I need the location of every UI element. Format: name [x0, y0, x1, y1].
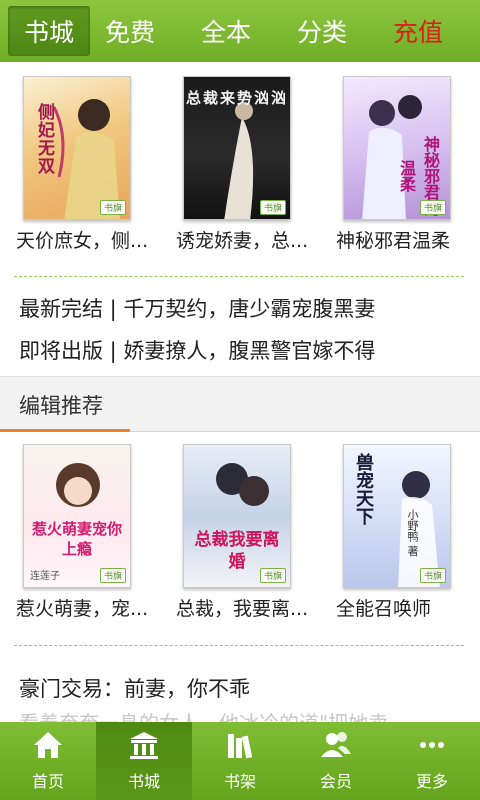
nav-label: 书城	[127, 772, 160, 791]
nav-label: 首页	[31, 772, 64, 791]
book-cover[interactable]: 侧妃无双 书旗	[23, 76, 131, 220]
book-cover[interactable]: 兽宠天下 小野鸭 著 书旗	[343, 444, 451, 588]
cover-title: 惹火萌妻宠你上瘾	[31, 520, 122, 558]
book-title[interactable]: 天价庶女，侧...	[16, 226, 156, 253]
cover-author: 小野鸭 著	[406, 509, 419, 557]
editor-recommend-header: 编辑推荐	[0, 376, 480, 432]
book-card[interactable]: 总裁我要离婚 书旗 总裁，我要离...	[160, 434, 320, 634]
bookshelf-icon	[228, 734, 253, 759]
nav-more[interactable]: 更多	[384, 722, 480, 800]
tab-complete[interactable]: 全本	[178, 0, 274, 62]
tab-category[interactable]: 分类	[274, 0, 370, 62]
book-cover[interactable]: 总裁我要离婚 书旗	[183, 444, 291, 588]
book-cover[interactable]: 总裁来势汹汹 书旗	[183, 76, 291, 220]
section-title: 编辑推荐	[19, 394, 103, 418]
publisher-logo: 书旗	[99, 200, 126, 215]
publisher-logo: 书旗	[259, 200, 286, 215]
book-title[interactable]: 全能召唤师	[336, 594, 476, 621]
nav-label: 更多	[415, 772, 448, 791]
bottom-nav: 首页 书城 书架 会员 更多	[0, 722, 480, 800]
publisher-logo: 书旗	[419, 568, 446, 583]
home-icon	[34, 732, 62, 758]
member-icon	[321, 732, 351, 757]
divider	[14, 645, 464, 646]
book-card[interactable]: 兽宠天下 小野鸭 著 书旗 全能召唤师	[320, 434, 480, 634]
promo-link-completed[interactable]: 最新完结 | 千万契约，唐少霸宠腹黑妻	[19, 293, 375, 323]
section-accent-bar	[0, 429, 130, 432]
book-card[interactable]: 神秘邪君的温柔 书旗 神秘邪君温柔	[320, 66, 480, 266]
nav-home[interactable]: 首页	[0, 722, 96, 800]
book-card[interactable]: 总裁来势汹汹 书旗 诱宠娇妻，总...	[160, 66, 320, 266]
publisher-logo: 书旗	[99, 568, 126, 583]
publisher-logo: 书旗	[419, 200, 446, 215]
nav-bookstore[interactable]: 书城	[96, 722, 192, 800]
top-tab-bar: 书城 免费 全本 分类 充值	[0, 0, 480, 62]
book-row-top: 侧妃无双 书旗 天价庶女，侧... 总裁来势汹汹 书旗 诱宠娇妻，总... 神秘…	[0, 66, 480, 266]
nav-label: 书架	[223, 772, 256, 791]
cover-title: 侧妃无双	[34, 103, 54, 175]
cover-title: 总裁来势汹汹	[185, 89, 288, 107]
book-title[interactable]: 神秘邪君温柔	[336, 226, 476, 253]
cover-title: 总裁我要离婚	[194, 530, 280, 572]
publisher-logo: 书旗	[259, 568, 286, 583]
book-cover[interactable]: 神秘邪君的温柔 书旗	[343, 76, 451, 220]
book-cover[interactable]: 惹火萌妻宠你上瘾 连莲子 书旗	[23, 444, 131, 588]
more-icon	[420, 742, 444, 748]
book-card[interactable]: 侧妃无双 书旗 天价庶女，侧...	[0, 66, 160, 266]
nav-label: 会员	[319, 772, 352, 791]
book-title[interactable]: 总裁，我要离...	[176, 594, 316, 621]
divider	[14, 276, 464, 277]
tab-free[interactable]: 免费	[82, 0, 178, 62]
nav-member[interactable]: 会员	[288, 722, 384, 800]
featured-book-title[interactable]: 豪门交易：前妻，你不乖	[19, 673, 250, 703]
tab-bookstore[interactable]: 书城	[8, 6, 90, 56]
nav-bookshelf[interactable]: 书架	[192, 722, 288, 800]
book-row-editor: 惹火萌妻宠你上瘾 连莲子 书旗 惹火萌妻，宠... 总裁我要离婚 书旗 总裁，我…	[0, 434, 480, 634]
promo-link-upcoming[interactable]: 即将出版 | 娇妻撩人，腹黑警官嫁不得	[19, 335, 375, 365]
tab-recharge[interactable]: 充值	[370, 0, 466, 62]
book-title[interactable]: 惹火萌妻，宠...	[16, 594, 156, 621]
book-title[interactable]: 诱宠娇妻，总...	[176, 226, 316, 253]
bookstore-icon	[130, 732, 158, 759]
book-card[interactable]: 惹火萌妻宠你上瘾 连莲子 书旗 惹火萌妻，宠...	[0, 434, 160, 634]
cover-title: 兽宠天下	[353, 453, 374, 525]
